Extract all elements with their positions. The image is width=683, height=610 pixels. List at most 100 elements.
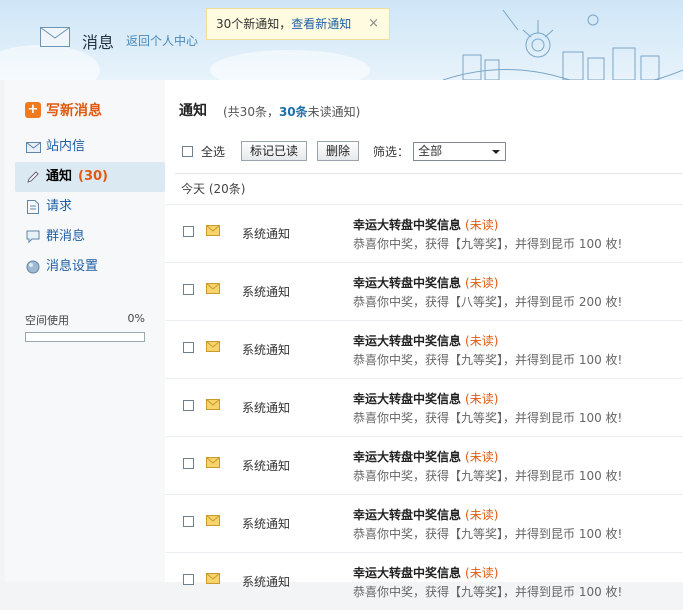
filter-label: 筛选： (373, 144, 410, 159)
unread-badge: (未读) (465, 508, 499, 522)
row-subject[interactable]: 幸运大转盘中奖信息 (未读) (353, 216, 498, 233)
row-checkbox[interactable] (183, 516, 194, 527)
sidebar-item-notifications[interactable]: 通知 (30) (15, 162, 165, 192)
envelope-icon (206, 225, 220, 236)
row-subject-text: 幸运大转盘中奖信息 (353, 392, 462, 406)
row-subject-text: 幸运大转盘中奖信息 (353, 218, 462, 232)
city-illustration (443, 9, 683, 80)
view-notifications-link[interactable]: 查看新通知 (291, 17, 351, 31)
envelope-icon (25, 139, 41, 155)
back-to-profile-link[interactable]: 返回个人中心 (126, 32, 198, 49)
row-subject-text: 幸运大转盘中奖信息 (353, 566, 462, 580)
row-subject[interactable]: 幸运大转盘中奖信息 (未读) (353, 564, 498, 581)
plus-icon: + (25, 102, 41, 118)
unread-badge: (未读) (465, 334, 499, 348)
row-preview: 恭喜你中奖，获得【八等奖】，并得到昆币 200 枚! (353, 295, 623, 309)
row-preview: 恭喜你中奖，获得【九等奖】，并得到昆币 100 枚! (353, 469, 623, 483)
cloud-decoration (210, 50, 370, 80)
sidebar-item-label: 请求 (46, 199, 73, 214)
chevron-down-icon (492, 149, 501, 154)
chat-icon (25, 229, 41, 245)
row-preview: 恭喜你中奖，获得【九等奖】，并得到昆币 100 枚! (353, 411, 623, 425)
envelope-icon (206, 399, 220, 410)
sidebar-item-label: 站内信 (46, 139, 86, 154)
table-row[interactable]: 系统通知 幸运大转盘中奖信息 (未读) 恭喜你中奖，获得【九等奖】，并得到昆币 100… (165, 320, 683, 378)
section-title: 通知 (179, 103, 207, 119)
row-sender: 系统通知 (242, 517, 291, 531)
sidebar-item-message-settings[interactable]: 消息设置 (15, 252, 165, 282)
notification-text: 30个新通知， (216, 17, 292, 31)
row-sender: 系统通知 (242, 285, 291, 299)
mail-icon (40, 27, 70, 47)
row-checkbox[interactable] (183, 458, 194, 469)
row-subject-text: 幸运大转盘中奖信息 (353, 276, 462, 290)
envelope-icon (206, 457, 220, 468)
sidebar-item-inbox[interactable]: 站内信 (15, 132, 165, 162)
row-checkbox[interactable] (183, 400, 194, 411)
space-usage-bar (25, 332, 145, 342)
row-subject[interactable]: 幸运大转盘中奖信息 (未读) (353, 332, 498, 349)
table-row[interactable]: 系统通知 幸运大转盘中奖信息 (未读) 恭喜你中奖，获得【九等奖】，并得到昆币 100… (165, 378, 683, 436)
row-preview: 恭喜你中奖，获得【九等奖】，并得到昆币 100 枚! (353, 527, 623, 541)
notification-summary: (共30条，30条未读通知) (223, 103, 360, 120)
close-icon[interactable]: × (368, 9, 379, 39)
envelope-icon (206, 573, 220, 584)
row-sender: 系统通知 (242, 227, 291, 241)
notification-list: 系统通知 幸运大转盘中奖信息 (未读) 恭喜你中奖，获得【九等奖】，并得到昆币 100… (165, 204, 683, 610)
table-row[interactable]: 系统通知 幸运大转盘中奖信息 (未读) 恭喜你中奖，获得【八等奖】，并得到昆币 200… (165, 262, 683, 320)
row-checkbox[interactable] (183, 342, 194, 353)
envelope-icon (206, 515, 220, 526)
envelope-icon (206, 341, 220, 352)
notification-count-badge: (30) (78, 169, 108, 184)
sidebar-item-label: 通知 (46, 169, 73, 184)
toolbar: 全选 标记已读 删除 筛选： 全部 (182, 140, 507, 162)
sidebar-item-group-messages[interactable]: 群消息 (15, 222, 165, 252)
row-checkbox[interactable] (183, 574, 194, 585)
filter-select[interactable]: 全部 (413, 141, 507, 161)
sidebar-item-requests[interactable]: 请求 (15, 192, 165, 222)
space-usage-label: 空间使用 (25, 314, 69, 327)
row-checkbox[interactable] (183, 226, 194, 237)
divider (175, 173, 683, 174)
row-sender: 系统通知 (242, 401, 291, 415)
notification-toast: 30个新通知，查看新通知 × (206, 8, 390, 40)
table-row[interactable]: 系统通知 幸运大转盘中奖信息 (未读) 恭喜你中奖，获得【九等奖】，并得到昆币 100… (165, 204, 683, 262)
filter-selected-value: 全部 (418, 143, 443, 158)
summary-total: (共30条， (223, 105, 279, 119)
row-checkbox[interactable] (183, 284, 194, 295)
settings-icon (25, 259, 41, 275)
unread-badge: (未读) (465, 450, 499, 464)
sidebar-item-label: 群消息 (46, 229, 86, 244)
table-row[interactable]: 系统通知 幸运大转盘中奖信息 (未读) 恭喜你中奖，获得【九等奖】，并得到昆币 100… (165, 436, 683, 494)
table-row[interactable]: 系统通知 幸运大转盘中奖信息 (未读) 恭喜你中奖，获得【九等奖】，并得到昆币 100… (165, 494, 683, 552)
envelope-icon (206, 283, 220, 294)
table-row[interactable]: 系统通知 幸运大转盘中奖信息 (未读) 恭喜你中奖，获得【九等奖】，并得到昆币 100… (165, 552, 683, 610)
compose-message-button[interactable]: + 写新消息 (25, 100, 102, 120)
unread-badge: (未读) (465, 218, 499, 232)
row-subject-text: 幸运大转盘中奖信息 (353, 334, 462, 348)
summary-unread-count: 30条 (278, 105, 308, 119)
row-subject[interactable]: 幸运大转盘中奖信息 (未读) (353, 274, 498, 291)
space-usage: 空间使用 0% (25, 312, 145, 342)
unread-badge: (未读) (465, 276, 499, 290)
space-usage-percent: 0% (127, 312, 145, 325)
date-group-label: 今天 (20条) (181, 182, 246, 196)
delete-button[interactable]: 删除 (317, 141, 360, 161)
select-all-checkbox[interactable] (182, 145, 193, 157)
row-subject-text: 幸运大转盘中奖信息 (353, 450, 462, 464)
row-subject[interactable]: 幸运大转盘中奖信息 (未读) (353, 448, 498, 465)
unread-badge: (未读) (465, 392, 499, 406)
page-title: 消息 (82, 33, 115, 52)
page-header: 消息 返回个人中心 30个新通知，查看新通知 × (0, 0, 683, 80)
row-preview: 恭喜你中奖，获得【九等奖】，并得到昆币 100 枚! (353, 353, 623, 367)
row-sender: 系统通知 (242, 459, 291, 473)
summary-unread-label: 未读通知) (307, 105, 361, 119)
row-subject[interactable]: 幸运大转盘中奖信息 (未读) (353, 390, 498, 407)
pencil-icon (25, 169, 41, 185)
select-all-label[interactable]: 全选 (201, 143, 225, 160)
sidebar-item-label: 消息设置 (46, 259, 99, 274)
mark-read-button[interactable]: 标记已读 (241, 141, 308, 161)
row-subject[interactable]: 幸运大转盘中奖信息 (未读) (353, 506, 498, 523)
row-preview: 恭喜你中奖，获得【九等奖】，并得到昆币 100 枚! (353, 237, 623, 251)
compose-label: 写新消息 (46, 103, 102, 119)
